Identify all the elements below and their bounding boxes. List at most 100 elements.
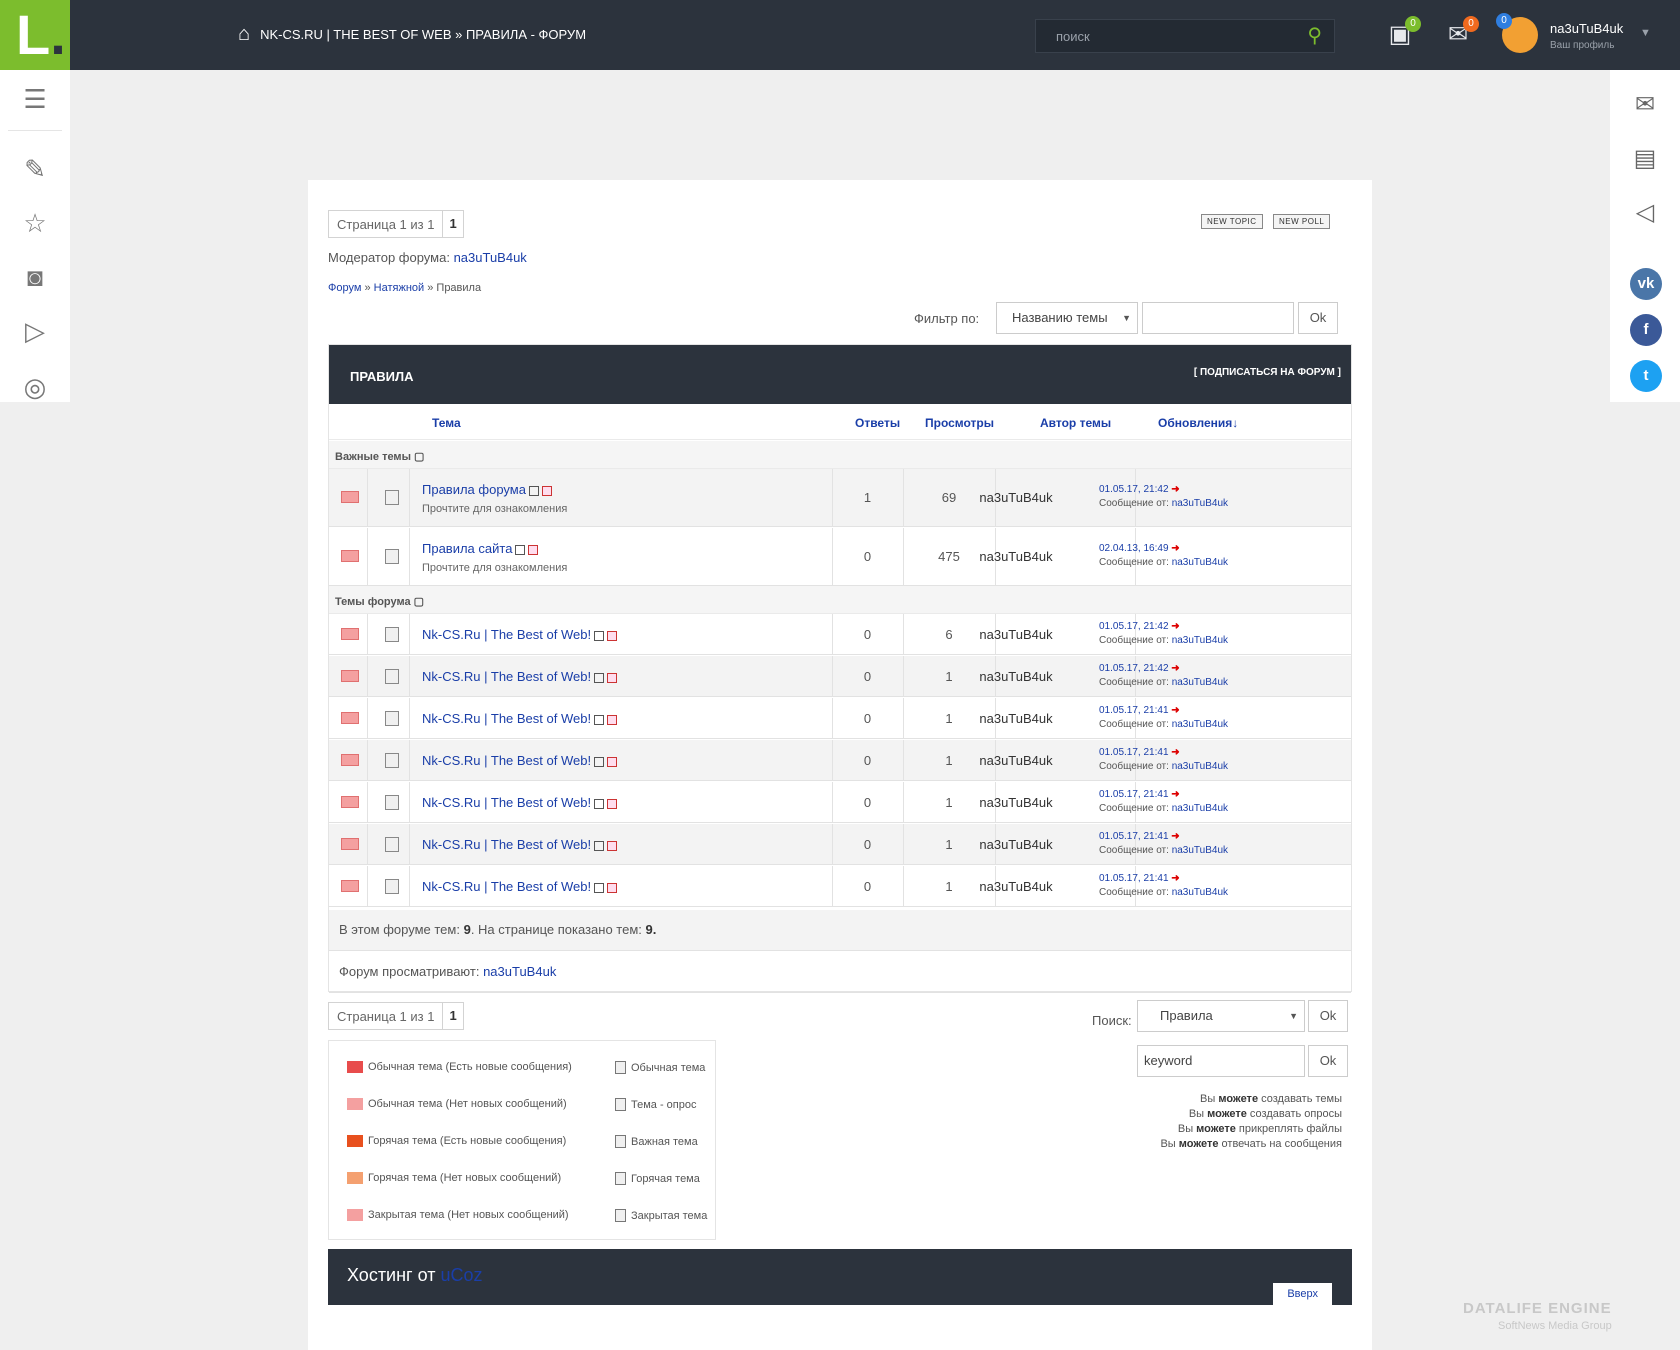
update-by-link[interactable]: na3uTuB4uk — [1172, 887, 1228, 898]
topic-title[interactable]: Nk-CS.Ru | The Best of Web! — [422, 753, 618, 768]
col-updates[interactable]: Обновления↓ — [1158, 416, 1238, 430]
table-row[interactable]: Nk-CS.Ru | The Best of Web! 0 1 na3uTuB4uk 0… — [329, 656, 1351, 697]
dropdown-icon[interactable] — [594, 882, 605, 893]
filter-input[interactable] — [1142, 302, 1294, 334]
update-date[interactable]: 01.05.17, 21:41 ➜ — [1099, 789, 1180, 800]
dropdown-icon[interactable] — [594, 756, 605, 767]
pager-page-1[interactable]: 1 — [442, 1003, 462, 1029]
username[interactable]: na3uTuB4uk — [1550, 21, 1623, 36]
camera-icon[interactable]: ◙ — [20, 262, 50, 292]
profile-link[interactable]: Ваш профиль — [1550, 40, 1614, 51]
goto-last-icon[interactable]: ➜ — [1171, 831, 1179, 842]
collapse-icon[interactable]: ▢ — [414, 596, 424, 608]
topic-title[interactable]: Nk-CS.Ru | The Best of Web! — [422, 879, 618, 894]
moderator-link[interactable]: na3uTuB4uk — [454, 250, 527, 265]
update-by-link[interactable]: na3uTuB4uk — [1172, 557, 1228, 568]
close-icon[interactable] — [528, 544, 539, 555]
topic-author[interactable]: na3uTuB4uk — [950, 549, 1082, 564]
table-row[interactable]: Nk-CS.Ru | The Best of Web! 0 1 na3uTuB4uk 0… — [329, 866, 1351, 907]
path-forum-link[interactable]: Форум — [328, 282, 361, 294]
notebook-icon[interactable]: ▤ — [1630, 144, 1660, 174]
home-icon[interactable]: ⌂ — [238, 24, 250, 44]
col-views[interactable]: Просмотры — [925, 416, 994, 430]
search-ok-button[interactable]: Ok — [1308, 1045, 1348, 1077]
filter-ok-button[interactable]: Ok — [1298, 302, 1338, 334]
avatar[interactable]: 0 — [1496, 13, 1538, 53]
goto-last-icon[interactable]: ➜ — [1171, 873, 1179, 884]
col-topic[interactable]: Тема — [432, 416, 461, 430]
vk-icon[interactable]: vk — [1630, 268, 1662, 300]
update-date[interactable]: 01.05.17, 21:42 ➜ — [1099, 663, 1180, 674]
chevron-down-icon[interactable]: ▼ — [1640, 27, 1651, 39]
messages-icon[interactable]: ✉ 0 — [1443, 16, 1479, 50]
update-date[interactable]: 01.05.17, 21:41 ➜ — [1099, 747, 1180, 758]
topic-title[interactable]: Правила сайта — [422, 541, 539, 556]
settings-sliders-icon[interactable]: ☰ — [20, 84, 50, 114]
scroll-top-button[interactable]: Вверх — [1273, 1283, 1332, 1305]
close-icon[interactable] — [607, 630, 618, 641]
topic-title[interactable]: Nk-CS.Ru | The Best of Web! — [422, 669, 618, 684]
update-date[interactable]: 01.05.17, 21:41 ➜ — [1099, 873, 1180, 884]
update-date[interactable]: 01.05.17, 21:41 ➜ — [1099, 831, 1180, 842]
facebook-icon[interactable]: f — [1630, 314, 1662, 346]
goto-last-icon[interactable]: ➜ — [1171, 705, 1179, 716]
collapse-icon[interactable]: ▢ — [414, 451, 424, 463]
update-by-link[interactable]: na3uTuB4uk — [1172, 761, 1228, 772]
topic-author[interactable]: na3uTuB4uk — [950, 879, 1082, 894]
edit-icon[interactable]: ✎ — [20, 154, 50, 184]
table-row[interactable]: Nk-CS.Ru | The Best of Web! 0 1 na3uTuB4uk 0… — [329, 824, 1351, 865]
send-mail-icon[interactable]: ✉ — [1630, 90, 1660, 120]
close-icon[interactable] — [607, 714, 618, 725]
close-icon[interactable] — [607, 756, 618, 767]
close-icon[interactable] — [607, 882, 618, 893]
update-date[interactable]: 01.05.17, 21:42 ➜ — [1099, 621, 1180, 632]
topic-title[interactable]: Nk-CS.Ru | The Best of Web! — [422, 837, 618, 852]
topic-author[interactable]: na3uTuB4uk — [950, 837, 1082, 852]
goto-last-icon[interactable]: ➜ — [1171, 747, 1179, 758]
update-date[interactable]: 01.05.17, 21:41 ➜ — [1099, 705, 1180, 716]
pager-page-1[interactable]: 1 — [442, 211, 462, 237]
table-row[interactable]: Nk-CS.Ru | The Best of Web! 0 6 na3uTuB4uk 0… — [329, 614, 1351, 655]
close-icon[interactable] — [607, 840, 618, 851]
dropdown-icon[interactable] — [515, 544, 526, 555]
site-logo[interactable]: L. — [0, 0, 70, 70]
goto-last-icon[interactable]: ➜ — [1171, 663, 1179, 674]
goto-last-icon[interactable]: ➜ — [1171, 543, 1179, 554]
play-icon[interactable]: ▷ — [20, 316, 50, 346]
goto-last-icon[interactable]: ➜ — [1171, 621, 1179, 632]
ucoz-link[interactable]: uCoz — [440, 1265, 482, 1285]
update-date[interactable]: 02.04.13, 16:49 ➜ — [1099, 543, 1180, 554]
breadcrumb-text[interactable]: NK-CS.RU | THE BEST OF WEB » ПРАВИЛА - Ф… — [260, 27, 586, 42]
new-topic-button[interactable]: NEW TOPIC — [1201, 214, 1263, 229]
dropdown-icon[interactable] — [594, 672, 605, 683]
filter-select[interactable]: Названию темы ▼ — [996, 302, 1138, 334]
table-row[interactable]: Nk-CS.Ru | The Best of Web! 0 1 na3uTuB4uk 0… — [329, 698, 1351, 739]
update-by-link[interactable]: na3uTuB4uk — [1172, 677, 1228, 688]
subscribe-link[interactable]: [ ПОДПИСАТЬСЯ НА ФОРУМ ] — [1194, 367, 1341, 378]
topic-author[interactable]: na3uTuB4uk — [950, 627, 1082, 642]
topic-title[interactable]: Nk-CS.Ru | The Best of Web! — [422, 711, 618, 726]
close-icon[interactable] — [607, 798, 618, 809]
star-icon[interactable]: ☆ — [20, 208, 50, 238]
search-input[interactable]: поиск — [1056, 29, 1090, 44]
close-icon[interactable] — [607, 672, 618, 683]
table-row[interactable]: Nk-CS.Ru | The Best of Web! 0 1 na3uTuB4uk 0… — [329, 782, 1351, 823]
table-row[interactable]: Правила сайта Прочтите для ознакомления … — [329, 528, 1351, 586]
dropdown-icon[interactable] — [528, 485, 539, 496]
header-search[interactable]: поиск ⚲ — [1035, 19, 1335, 53]
update-by-link[interactable]: na3uTuB4uk — [1172, 498, 1228, 509]
forum-jump-select[interactable]: Правила ▼ — [1137, 1000, 1305, 1032]
dropdown-icon[interactable] — [594, 714, 605, 725]
topic-title[interactable]: Nk-CS.Ru | The Best of Web! — [422, 795, 618, 810]
topic-title[interactable]: Правила форума — [422, 482, 552, 497]
dropdown-icon[interactable] — [594, 630, 605, 641]
topic-author[interactable]: na3uTuB4uk — [950, 490, 1082, 505]
topic-title[interactable]: Nk-CS.Ru | The Best of Web! — [422, 627, 618, 642]
megaphone-icon[interactable]: ◁ — [1630, 198, 1660, 228]
compass-icon[interactable]: ◎ — [20, 372, 50, 402]
new-poll-button[interactable]: NEW POLL — [1273, 214, 1331, 229]
topic-author[interactable]: na3uTuB4uk — [950, 669, 1082, 684]
goto-last-icon[interactable]: ➜ — [1171, 789, 1179, 800]
forum-search-input[interactable]: keyword — [1137, 1045, 1305, 1077]
update-by-link[interactable]: na3uTuB4uk — [1172, 803, 1228, 814]
